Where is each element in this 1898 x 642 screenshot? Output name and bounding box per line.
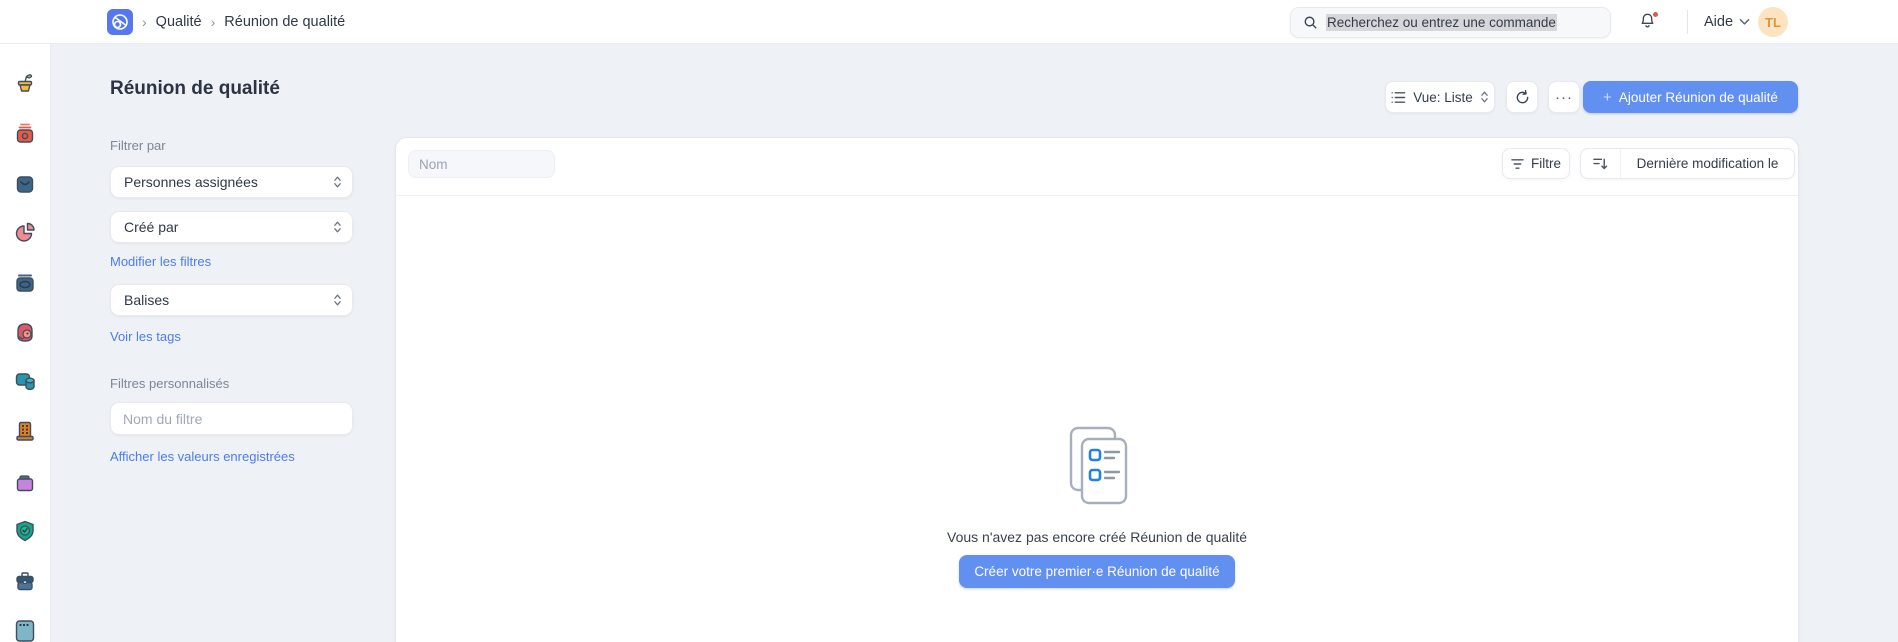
support-icon[interactable] — [11, 318, 39, 346]
chevron-updown-icon — [1480, 91, 1488, 103]
created-by-label: Créé par — [124, 219, 179, 235]
assigned-to-select[interactable]: Personnes assignées — [110, 166, 353, 198]
top-navbar: › Qualité › Réunion de qualité Recherche… — [0, 0, 1898, 44]
view-selector-label: Vue: Liste — [1413, 89, 1473, 105]
app-logo[interactable] — [107, 9, 133, 35]
filter-section-label: Filtrer par — [110, 138, 166, 153]
avatar-initials: TL — [1765, 14, 1781, 30]
folder-icon[interactable] — [11, 468, 39, 496]
custom-filters-label: Filtres personnalisés — [110, 376, 230, 391]
tags-select[interactable]: Balises — [110, 284, 353, 316]
sort-descending-icon — [1593, 158, 1608, 169]
sort-button-label: Dernière modification le — [1636, 156, 1779, 171]
card-header-divider — [396, 195, 1798, 196]
navbar-divider — [1687, 10, 1688, 34]
breadcrumb-item-qualite[interactable]: Qualité — [156, 14, 202, 30]
refresh-button[interactable] — [1506, 81, 1538, 113]
box-icon[interactable] — [11, 268, 39, 296]
add-reunion-label: Ajouter Réunion de qualité — [1618, 89, 1778, 105]
empty-state-message: Vous n'avez pas encore créé Réunion de q… — [947, 529, 1247, 545]
filter-button-label: Filtre — [1531, 156, 1561, 171]
help-label: Aide — [1704, 14, 1734, 30]
breadcrumb-item-reunion[interactable]: Réunion de qualité — [224, 14, 345, 30]
calendar-icon[interactable] — [11, 617, 39, 642]
list-view-icon — [1391, 91, 1406, 103]
more-actions-button[interactable]: ··· — [1548, 81, 1580, 113]
search-icon — [1304, 16, 1317, 29]
pie-chart-icon[interactable] — [11, 218, 39, 246]
plus-icon: + — [1603, 88, 1612, 106]
sort-button[interactable]: Dernière modification le — [1580, 148, 1795, 179]
app-window: › Qualité › Réunion de qualité Recherche… — [0, 0, 1898, 642]
show-saved-values-link[interactable]: Afficher les valeurs enregistrées — [110, 449, 295, 464]
logo-swirl-icon — [112, 14, 128, 30]
user-avatar[interactable]: TL — [1758, 7, 1788, 37]
notifications-button[interactable] — [1638, 11, 1660, 33]
view-tags-link[interactable]: Voir les tags — [110, 329, 181, 344]
chevron-down-icon — [1739, 18, 1750, 25]
breadcrumb: › Qualité › Réunion de qualité — [107, 0, 345, 44]
chevron-updown-icon — [334, 176, 341, 188]
building-icon[interactable] — [11, 417, 39, 445]
breadcrumb-separator: › — [142, 14, 147, 30]
add-reunion-button[interactable]: + Ajouter Réunion de qualité — [1583, 81, 1798, 113]
name-filter-input[interactable] — [408, 150, 555, 178]
create-first-reunion-label: Créer votre premier·e Réunion de qualité — [974, 564, 1220, 579]
quality-shield-icon[interactable] — [11, 517, 39, 545]
filter-icon — [1511, 158, 1524, 169]
refresh-icon — [1516, 89, 1528, 103]
chevron-updown-icon — [334, 294, 341, 306]
search-placeholder-text: Recherchez ou entrez une commande — [1326, 14, 1557, 31]
created-by-select[interactable]: Créé par — [110, 211, 353, 243]
seedling-pot-icon[interactable] — [11, 68, 39, 96]
ellipsis-icon: ··· — [1555, 88, 1573, 106]
sort-icon-cell — [1581, 149, 1621, 178]
assigned-to-label: Personnes assignées — [124, 174, 258, 190]
filter-button[interactable]: Filtre — [1502, 148, 1570, 179]
filter-name-input[interactable] — [110, 402, 353, 435]
edit-filters-link[interactable]: Modifier les filtres — [110, 254, 211, 269]
view-selector-button[interactable]: Vue: Liste — [1385, 81, 1495, 113]
empty-state-documents-icon — [1064, 426, 1130, 512]
create-first-reunion-button[interactable]: Créer votre premier·e Réunion de qualité — [959, 555, 1235, 588]
page-title: Réunion de qualité — [110, 78, 280, 99]
breadcrumb-separator: › — [210, 14, 216, 30]
data-icon[interactable] — [11, 367, 39, 395]
chevron-updown-icon — [334, 221, 341, 233]
shopping-bag-icon[interactable] — [11, 169, 39, 197]
empty-state-cta-row: Créer votre premier·e Réunion de qualité — [395, 555, 1799, 588]
global-search-input[interactable]: Recherchez ou entrez une commande — [1290, 7, 1611, 38]
briefcase-icon[interactable] — [11, 567, 39, 595]
module-sidebar — [0, 44, 51, 642]
notification-dot — [1653, 12, 1658, 17]
tags-label: Balises — [124, 292, 170, 308]
help-menu-button[interactable]: Aide — [1704, 0, 1750, 44]
camera-icon[interactable] — [11, 119, 39, 147]
